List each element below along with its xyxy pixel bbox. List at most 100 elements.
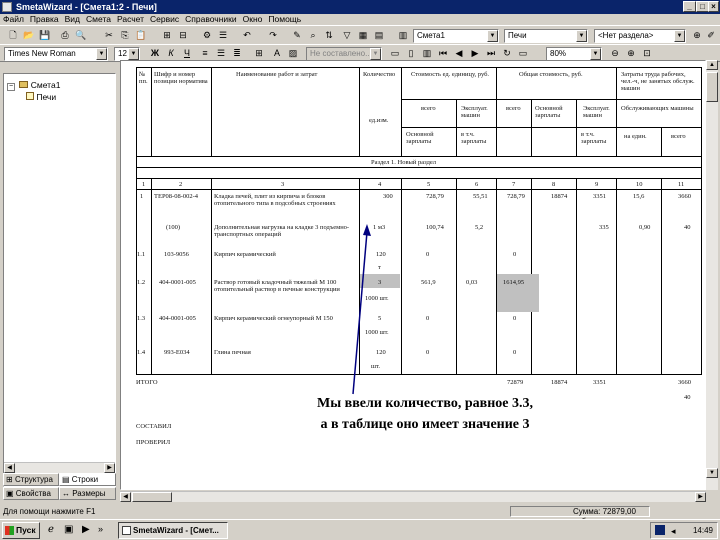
align-center-icon[interactable]: ☰ xyxy=(214,47,228,60)
last-page-icon[interactable]: ⏭ xyxy=(484,47,498,60)
col-num: 7 xyxy=(512,181,516,188)
borders-icon[interactable]: ⊞ xyxy=(252,47,266,60)
smeta-select[interactable]: Смета1 ▼ xyxy=(413,29,499,43)
page-icon[interactable]: ▭ xyxy=(516,47,530,60)
print-icon[interactable]: ⎙ xyxy=(58,29,72,42)
find-icon[interactable]: ⌕ xyxy=(306,29,320,42)
align-left-icon[interactable]: ≡ xyxy=(198,47,212,60)
ie-icon[interactable]: ℯ xyxy=(48,524,54,535)
bold-button[interactable]: Ж xyxy=(148,47,162,60)
delete-row-icon[interactable]: ⊟ xyxy=(176,29,190,42)
doc-vscrollbar[interactable]: ▲ ▼ xyxy=(706,60,718,490)
sort-icon[interactable]: ⇅ xyxy=(322,29,336,42)
reference-icon[interactable]: ☰ xyxy=(216,29,230,42)
start-button[interactable]: Пуск xyxy=(2,522,40,539)
tree-child[interactable]: Печи xyxy=(26,92,56,103)
section-select[interactable]: Печи ▼ xyxy=(504,29,588,43)
font-size-select[interactable]: 12 ▼ xyxy=(114,47,140,61)
color-icon[interactable]: A xyxy=(270,47,284,60)
razdel-select[interactable]: <Нет раздела> ▼ xyxy=(594,29,686,43)
insert-row-icon[interactable]: ⊞ xyxy=(160,29,174,42)
page-setup-icon[interactable]: ▯ xyxy=(404,47,418,60)
scroll-right-icon[interactable]: ▶ xyxy=(695,492,706,502)
menu-edit[interactable]: Правка xyxy=(27,14,62,25)
pen-icon[interactable]: ✎ xyxy=(290,29,304,42)
menu-file[interactable]: Файл xyxy=(0,14,27,25)
tree-hscrollbar[interactable]: ◀ ▶ xyxy=(4,462,115,473)
media-icon[interactable]: ▶ xyxy=(82,524,90,535)
menu-view[interactable]: Вид xyxy=(62,14,83,25)
style-select[interactable]: Не составлено... ▼ xyxy=(306,47,382,61)
doc-hscrollbar[interactable]: ◀ ▶ xyxy=(120,491,706,502)
fill-icon[interactable]: ▨ xyxy=(286,47,300,60)
tab-structure[interactable]: ⊞ Структура xyxy=(3,473,59,486)
grid-icon[interactable]: ▤ xyxy=(372,29,386,42)
first-page-icon[interactable]: ⏮ xyxy=(436,47,450,60)
close-button[interactable]: × xyxy=(708,1,719,12)
italic-button[interactable]: К xyxy=(164,47,178,60)
zoom-out-icon[interactable]: ⊖ xyxy=(608,47,622,60)
align-right-icon[interactable]: ≣ xyxy=(230,47,244,60)
col-num: 2 xyxy=(179,181,183,188)
grid-line xyxy=(401,178,402,374)
open-folder-icon[interactable]: 📂 xyxy=(22,29,36,42)
table-icon[interactable]: ▦ xyxy=(356,29,370,42)
scroll-down-icon[interactable]: ▼ xyxy=(706,468,718,478)
tab-properties[interactable]: ▣ Свойства xyxy=(3,487,59,500)
section-select-value: Печи xyxy=(508,31,527,40)
report-icon[interactable]: ▥ xyxy=(396,29,410,42)
menu-window[interactable]: Окно xyxy=(240,14,266,25)
cut-icon[interactable]: ✂ xyxy=(102,29,116,42)
menu-help[interactable]: Помощь xyxy=(265,14,304,25)
columns-icon[interactable]: ▥ xyxy=(420,47,434,60)
scroll-thumb[interactable] xyxy=(706,72,718,102)
expand-icon[interactable]: − xyxy=(7,83,15,91)
quicklaunch-more-icon[interactable]: » xyxy=(98,524,103,534)
print-preview-icon[interactable]: ▭ xyxy=(388,47,402,60)
redo-icon[interactable]: ↷ xyxy=(266,29,280,42)
fit-page-icon[interactable]: ⊡ xyxy=(640,47,654,60)
chevron-down-icon: ▼ xyxy=(590,48,601,60)
scroll-left-icon[interactable]: ◀ xyxy=(120,492,131,502)
task-smetawizard[interactable]: SmetaWizard - [Смет... xyxy=(118,522,228,539)
paste-icon[interactable]: 📋 xyxy=(134,29,148,42)
header-machines: Эксплуат. машин xyxy=(461,105,488,119)
grid-line xyxy=(136,374,702,375)
header-num: № пп. xyxy=(139,71,148,85)
grid-line xyxy=(151,178,152,374)
scroll-thumb[interactable] xyxy=(132,492,172,502)
filter-icon[interactable]: ▽ xyxy=(340,29,354,42)
section-edit-icon[interactable]: ✐ xyxy=(704,29,718,42)
menu-calc[interactable]: Расчет xyxy=(114,14,147,25)
tab-rows[interactable]: ▤ Строки xyxy=(59,473,116,486)
refresh-icon[interactable]: ↻ xyxy=(500,47,514,60)
menu-smeta[interactable]: Смета xyxy=(83,14,114,25)
zoom-in-icon[interactable]: ⊕ xyxy=(624,47,638,60)
volume-icon[interactable]: ◂ xyxy=(671,524,676,539)
menu-references[interactable]: Справочники xyxy=(182,14,240,25)
save-icon[interactable]: 💾 xyxy=(38,29,52,42)
underline-button[interactable]: Ч xyxy=(180,47,194,60)
desktop-icon[interactable]: ▣ xyxy=(64,524,73,535)
tab-sizes[interactable]: ↔ Размеры xyxy=(59,487,116,500)
section-add-icon[interactable]: ⊕ xyxy=(690,29,704,42)
font-select[interactable]: Times New Roman ▼ xyxy=(4,47,108,61)
qty-value-cell[interactable]: 3 xyxy=(378,279,381,286)
chevron-down-icon: ▼ xyxy=(674,30,685,42)
preview-icon[interactable]: 🔍 xyxy=(74,29,88,42)
tree-root[interactable]: − Смета1 xyxy=(7,80,60,91)
zoom-select[interactable]: 80% ▼ xyxy=(546,47,602,61)
next-page-icon[interactable]: ▶ xyxy=(468,47,482,60)
scroll-right-icon[interactable]: ▶ xyxy=(104,463,115,473)
undo-icon[interactable]: ↶ xyxy=(240,29,254,42)
language-icon[interactable] xyxy=(655,525,665,535)
new-doc-icon[interactable]: 🗋 xyxy=(6,29,20,42)
menu-service[interactable]: Сервис xyxy=(147,14,182,25)
scroll-up-icon[interactable]: ▲ xyxy=(706,60,718,70)
prev-page-icon[interactable]: ◀ xyxy=(452,47,466,60)
copy-icon[interactable]: ⎘ xyxy=(118,29,132,42)
scroll-left-icon[interactable]: ◀ xyxy=(4,463,15,473)
calc-icon[interactable]: ⚙ xyxy=(200,29,214,42)
totals-value: 3351 xyxy=(593,379,606,386)
minimize-button[interactable]: _ xyxy=(683,1,696,12)
